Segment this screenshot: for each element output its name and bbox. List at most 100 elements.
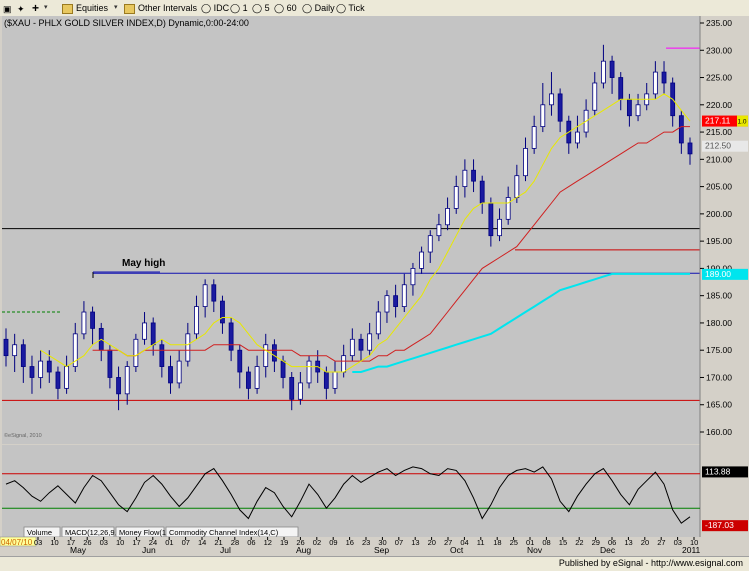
candle-body	[297, 382, 303, 400]
date-tick-label: 29	[592, 538, 600, 547]
may-high-annotation: May high	[122, 258, 165, 269]
candle-body	[540, 104, 546, 128]
indicator-tab[interactable]: Commodity Channel Index(14,C)	[165, 526, 299, 538]
candle-body	[592, 82, 598, 111]
candle-body	[202, 284, 208, 307]
month-label: May	[70, 545, 87, 555]
month-label: Dec	[600, 545, 616, 555]
candle-body	[601, 60, 606, 84]
candle-body	[479, 180, 485, 204]
chart-title: ($XAU - PHLX GOLD SILVER INDEX,D) Dynami…	[4, 18, 249, 28]
interval-tick-button[interactable]: ◯ Tick	[336, 1, 365, 15]
candle-body	[531, 126, 537, 149]
month-label: Oct	[450, 545, 464, 555]
date-tick-label: 23	[362, 538, 370, 547]
price-tick-label: 165.00	[706, 400, 732, 410]
date-axis: 04/07/10 03 10 17 26 03 10 17 24 01 07 14 21 28 06 12 19…	[0, 536, 701, 555]
candle-body	[471, 169, 476, 182]
price-tick-label: 215.00	[706, 127, 732, 137]
date-tick-label: 13	[411, 538, 419, 547]
date-tick-label: 02	[313, 538, 321, 547]
candle-body	[453, 186, 459, 209]
date-tick-label: 15	[559, 538, 567, 547]
price-label-extra: 1.0	[738, 119, 747, 126]
candle-body	[635, 104, 641, 117]
oscillator-pane	[2, 445, 700, 537]
price-tick-label: 180.00	[706, 318, 732, 328]
candle-body	[618, 77, 624, 100]
candle-body	[133, 338, 139, 367]
equities-button[interactable]: Equities	[62, 1, 108, 15]
interval-5-label: 5	[264, 3, 270, 13]
candle-body	[228, 322, 234, 351]
candle-body	[20, 344, 26, 367]
watermark: ©eSignal, 2010	[4, 432, 42, 439]
date-tick-label: 18	[493, 538, 501, 547]
candle-body	[64, 366, 70, 389]
interval-1-button[interactable]: ◯ 1	[230, 1, 248, 15]
date-tick-label: 09	[329, 538, 337, 547]
month-label: Aug	[296, 545, 311, 555]
candle-body	[306, 360, 312, 384]
date-tick-label: 13	[624, 538, 632, 547]
date-tick-label: 27	[657, 538, 665, 547]
cross-icon[interactable]: ✦	[16, 1, 26, 17]
price-tick-label: 195.00	[706, 236, 732, 246]
folder-icon	[124, 3, 135, 14]
cci-label: -187.03	[705, 520, 734, 530]
equities-label: Equities	[76, 3, 109, 13]
date-tick-label: 08	[542, 538, 550, 547]
interval-1-label: 1	[242, 3, 248, 13]
interval-idc-label: IDC	[213, 3, 230, 13]
tab-label: Volume	[27, 528, 52, 537]
candle-body	[46, 360, 52, 373]
indicator-tab[interactable]: Volume	[23, 526, 61, 538]
indicator-tabs[interactable]: Volume MACD(12,26,9,C)Money Flow(14)Commo…	[23, 526, 299, 538]
date-tick-label: 16	[346, 538, 354, 547]
month-label: Nov	[527, 545, 543, 555]
price-tick-label: 225.00	[706, 73, 732, 83]
tab-label: Commodity Channel Index(14,C)	[169, 528, 279, 537]
layout-icon[interactable]: ▣	[2, 1, 13, 17]
candle-body	[176, 360, 182, 384]
candle-body	[29, 366, 35, 378]
date-tick-label: 03	[674, 538, 682, 547]
date-tick-label: 12	[264, 538, 272, 547]
date-tick-label: 22	[575, 538, 583, 547]
date-tick-label: 17	[132, 538, 140, 547]
candle-body	[687, 142, 693, 155]
price-label-value: 217.11	[705, 116, 731, 126]
interval-5-button[interactable]: ◯ 5	[252, 1, 270, 15]
date-tick-label: 11	[477, 538, 485, 547]
candle-body	[55, 371, 61, 389]
add-icon[interactable]: +	[31, 1, 40, 17]
date-tick-label: 07	[182, 538, 190, 547]
chevron-down-icon[interactable]: ▾	[44, 1, 48, 15]
interval-daily-button[interactable]: ◯ Daily	[302, 1, 335, 15]
price-tick-label: 230.00	[706, 45, 732, 55]
candle-body	[272, 344, 277, 362]
candle-body	[280, 360, 286, 378]
candle-body	[375, 311, 381, 335]
interval-60-label: 60	[286, 3, 297, 13]
other-intervals-button[interactable]: Other Intervals	[124, 1, 197, 15]
candle-body	[38, 360, 44, 378]
candle-body	[505, 197, 511, 220]
price-tick-label: 175.00	[706, 345, 732, 355]
candle-body	[159, 344, 165, 367]
candle-body	[514, 175, 520, 198]
price-chart[interactable]: ($XAU - PHLX GOLD SILVER INDEX,D) Dynami…	[0, 16, 749, 555]
date-badge: 04/07/10	[1, 538, 33, 547]
folder-icon	[62, 3, 73, 14]
indicator-tab[interactable]: Money Flow(14)	[115, 526, 173, 538]
candle-body	[393, 295, 399, 307]
chevron-down-icon[interactable]: ▾	[114, 1, 118, 15]
candle-body	[549, 93, 554, 106]
candle-body	[462, 169, 468, 188]
interval-60-button[interactable]: ◯ 60	[274, 1, 297, 15]
candle-body	[185, 333, 191, 362]
date-tick-label: 19	[280, 538, 288, 547]
interval-idc-button[interactable]: ◯ IDC	[201, 1, 229, 15]
status-bar: Published by eSignal - http://www.esigna…	[0, 556, 749, 571]
candle-body	[575, 131, 580, 144]
